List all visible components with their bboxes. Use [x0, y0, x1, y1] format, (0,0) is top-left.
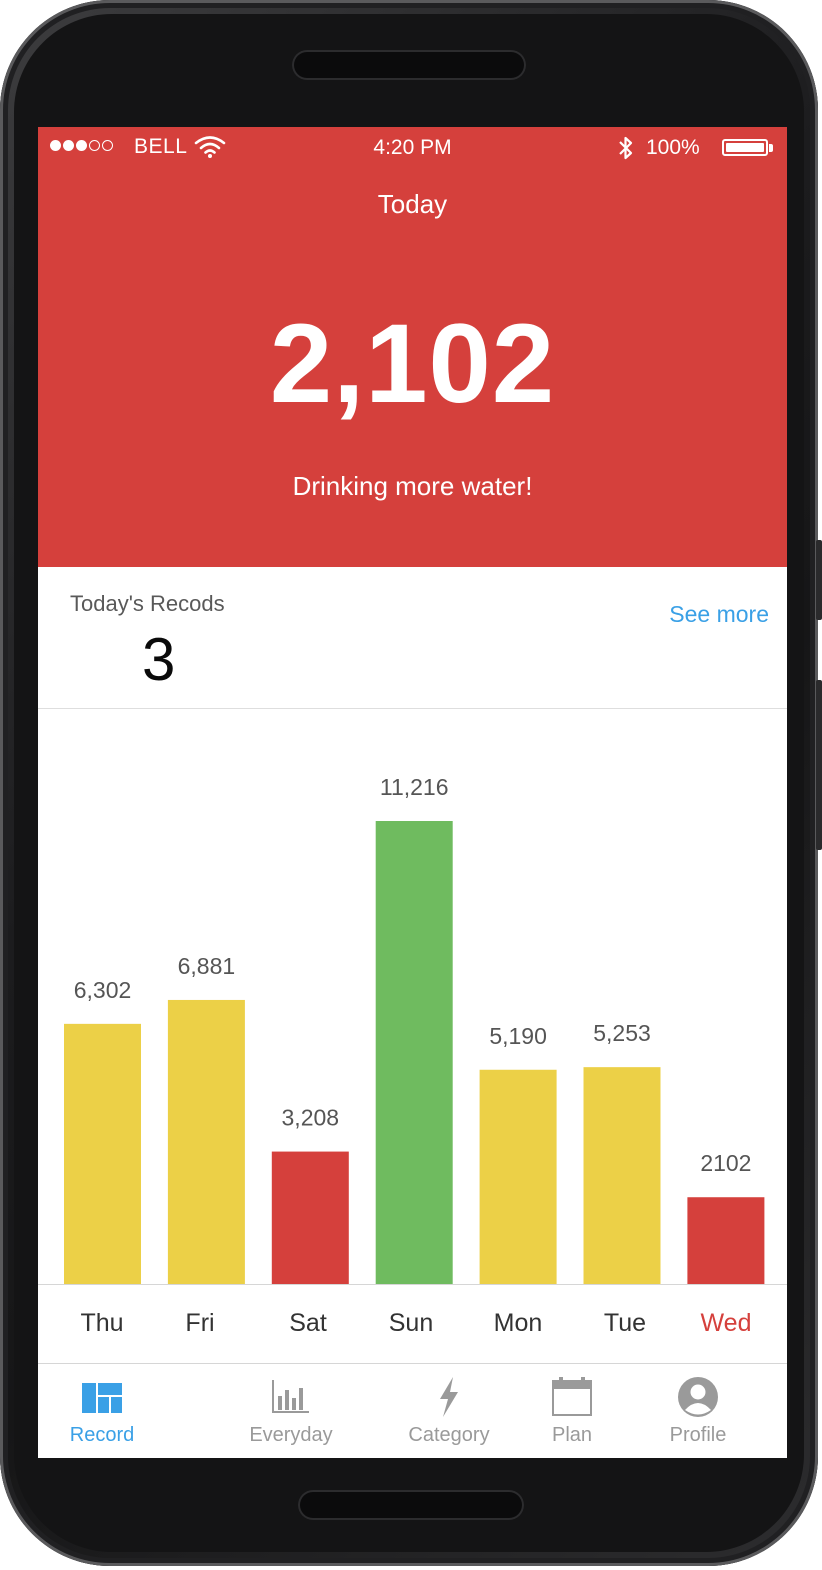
tab-record[interactable]: Record [38, 1376, 167, 1447]
bottom-speaker [298, 1490, 524, 1520]
tab-profile[interactable]: Profile [633, 1376, 763, 1447]
bar-chart-canvas: 6,302 6,881 3,208 11,216 5,190 5,253 2102 [64, 774, 765, 1284]
bluetooth-icon [619, 136, 633, 160]
bar-value-label: 5,253 [593, 1020, 651, 1046]
bar-sun[interactable] [375, 821, 453, 1284]
bar-value-label: 6,881 [178, 953, 236, 979]
tab-bar: Record Everyday Category Plan Profile [38, 1364, 787, 1458]
lightning-icon [440, 1377, 458, 1417]
tab-record-label: Record [69, 1424, 135, 1446]
weekly-bar-chart: 6,302 6,881 3,208 11,216 5,190 5,253 2102 [38, 709, 787, 1284]
bar-value-label: 5,190 [489, 1023, 547, 1049]
records-label: Today's Recods [70, 591, 225, 616]
tab-category-label: Category [408, 1424, 490, 1446]
today-total: 2,102 [269, 301, 556, 426]
tab-category[interactable]: Category [384, 1376, 514, 1447]
calendar-icon [552, 1377, 592, 1416]
todays-records-panel: Today's Recods 3 See more [38, 567, 787, 709]
day-label-mon: Mon [493, 1309, 543, 1337]
records-count: 3 [142, 626, 176, 693]
hero-title: Today [377, 189, 448, 219]
day-label-fri: Fri [185, 1309, 215, 1337]
tab-profile-label: Profile [669, 1424, 727, 1446]
bar-value-label: 11,216 [380, 774, 449, 800]
bar-fri[interactable] [167, 999, 245, 1284]
bar-thu[interactable] [64, 1023, 141, 1284]
profile-icon [678, 1377, 718, 1417]
dashboard-icon [82, 1383, 122, 1413]
bar-wed[interactable] [687, 1197, 765, 1284]
status-bar: BELL 4:20 PM 100% [38, 127, 787, 167]
bar-value-label: 6,302 [74, 977, 132, 1003]
phone-frame: BELL 4:20 PM 100% Today 2,102 Drinking m… [0, 0, 822, 1566]
day-label-sat: Sat [289, 1309, 327, 1337]
bar-mon[interactable] [479, 1069, 557, 1284]
tab-everyday-label: Everyday [249, 1424, 333, 1446]
motivation-message: Drinking more water! [292, 471, 533, 501]
bar-value-label: 2102 [700, 1150, 751, 1176]
power-button [816, 540, 822, 620]
bar-tue[interactable] [583, 1067, 661, 1284]
day-label-sun: Sun [388, 1309, 434, 1337]
bar-value-label: 3,208 [282, 1105, 340, 1131]
day-axis: Thu Fri Sat Sun Mon Tue Wed [38, 1284, 787, 1364]
bar-chart-icon [272, 1380, 309, 1413]
bar-sat[interactable] [271, 1151, 349, 1284]
day-label-thu: Thu [80, 1309, 124, 1337]
tab-plan[interactable]: Plan [507, 1376, 637, 1447]
app-screen: BELL 4:20 PM 100% Today 2,102 Drinking m… [38, 127, 787, 1458]
top-speaker [292, 50, 526, 80]
today-summary: BELL 4:20 PM 100% Today 2,102 Drinking m… [38, 127, 787, 567]
see-more-link[interactable]: See more [669, 601, 769, 628]
day-label-wed: Wed [700, 1309, 752, 1337]
tab-plan-label: Plan [551, 1424, 593, 1446]
battery-icon [722, 139, 768, 156]
battery-percentage: 100% [646, 136, 700, 159]
day-label-tue: Tue [603, 1309, 647, 1337]
volume-button [816, 680, 822, 850]
battery-tip [769, 144, 773, 152]
tab-everyday[interactable]: Everyday [226, 1376, 356, 1447]
